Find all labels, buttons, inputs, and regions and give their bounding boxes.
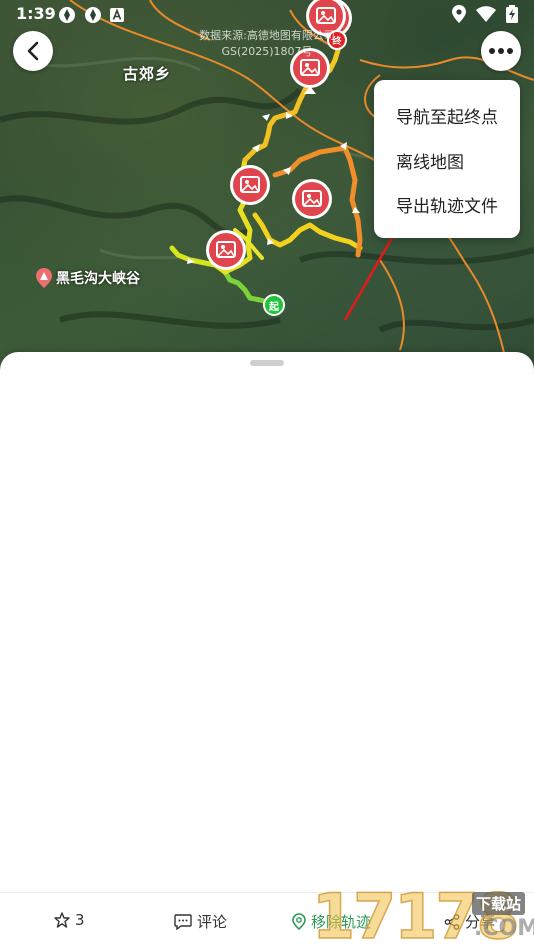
status-bar: 1:39 — [0, 0, 534, 30]
map-source-line2: GS(2025)1807号 — [221, 45, 313, 58]
bottom-sheet — [0, 352, 534, 950]
location-pin-icon — [292, 912, 306, 930]
status-left-icons — [58, 6, 124, 24]
favorite-button[interactable]: 3 — [54, 911, 85, 929]
site-watermark-logo: 17178 下载站 .COM — [311, 883, 534, 950]
menu-item-offline-map[interactable]: 离线地图 — [396, 148, 464, 173]
watermark-site-label: 下载站 — [472, 892, 526, 915]
more-button[interactable] — [481, 31, 521, 71]
back-button[interactable] — [13, 31, 53, 71]
favorite-count: 3 — [75, 911, 85, 929]
status-right-icons — [452, 5, 518, 23]
comment-label: 评论 — [197, 913, 228, 931]
more-dots-icon — [489, 48, 513, 54]
poi-label: 黑毛沟大峡谷 — [56, 271, 140, 287]
menu-item-export-track[interactable]: 导出轨迹文件 — [396, 192, 498, 217]
battery-icon — [506, 5, 518, 23]
wifi-icon — [476, 6, 496, 22]
location-icon — [452, 5, 466, 23]
map-pin-icon — [36, 268, 52, 288]
compass-icon — [85, 7, 101, 23]
poi-marker[interactable]: 黑毛沟大峡谷 — [36, 268, 140, 288]
sheet-drag-handle[interactable] — [250, 360, 284, 366]
start-marker-label: 起 — [269, 301, 279, 313]
a-box-icon — [110, 8, 124, 22]
comment-button[interactable]: 评论 — [174, 911, 227, 932]
place-label: 古郊乡 — [123, 65, 172, 83]
comment-icon — [174, 913, 192, 930]
compass-icon — [59, 7, 75, 23]
watermark-domain: .COM — [474, 916, 534, 941]
star-icon — [54, 912, 70, 928]
menu-item-navigate[interactable]: 导航至起终点 — [396, 103, 498, 128]
start-marker[interactable]: 起 — [263, 294, 285, 316]
chevron-left-icon — [27, 41, 39, 61]
status-time: 1:39 — [16, 4, 56, 23]
